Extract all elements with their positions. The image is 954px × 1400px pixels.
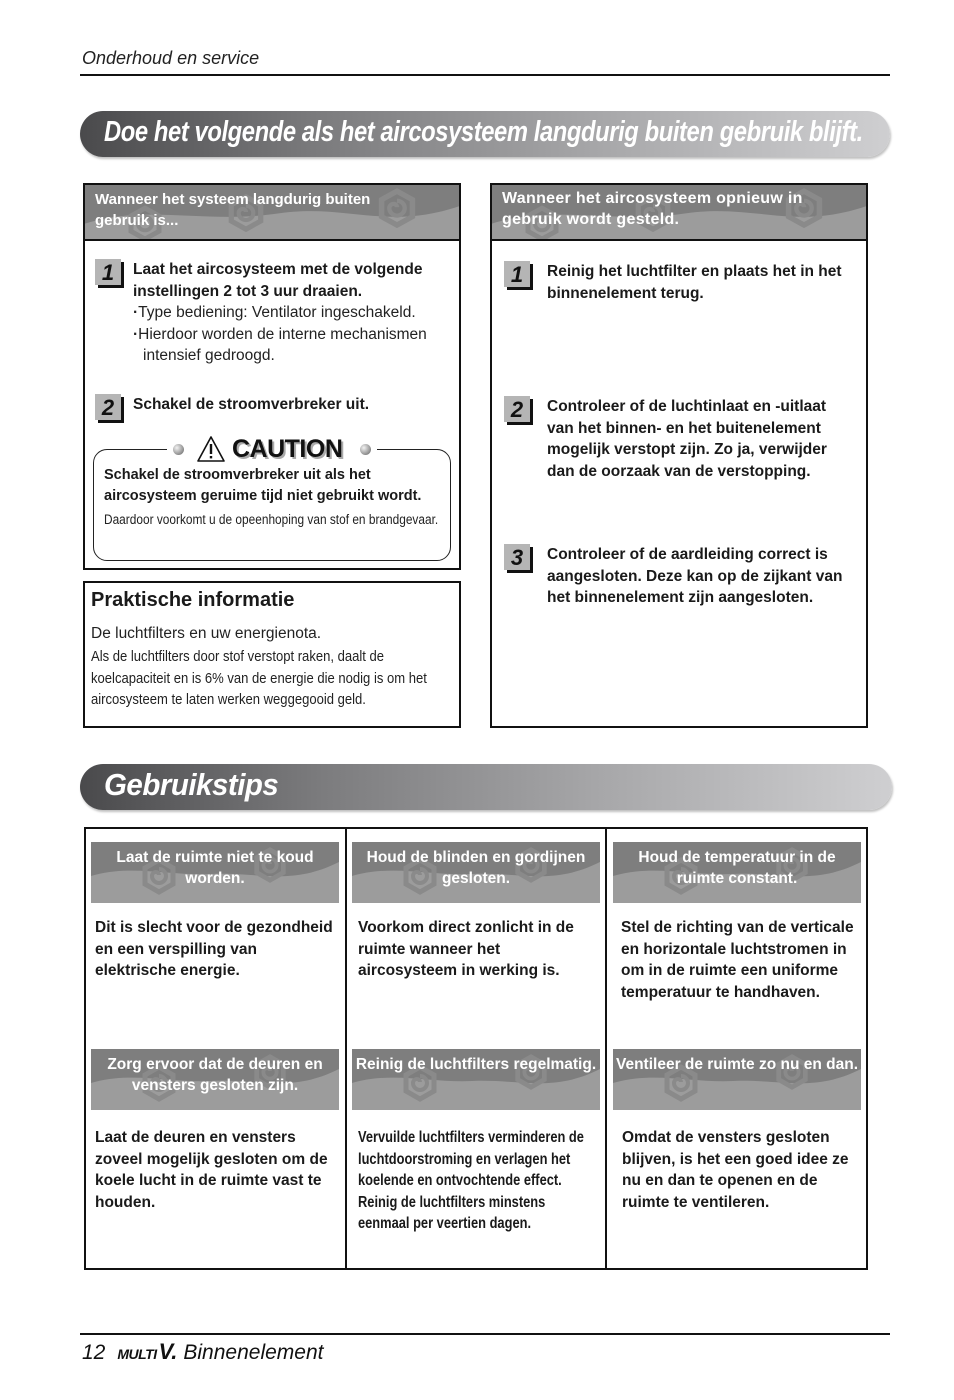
brand-logo-v: V. [158,1339,178,1364]
tip-card: Houd de temperatuur in de ruimte constan… [613,842,861,1001]
bullet-item: Type bediening: Ventilator ingeschakeld. [133,302,450,324]
step-number-badge: 1 [504,261,530,287]
step-title: Controleer of de luchtinlaat en -uitlaat… [547,398,827,480]
column-divider [605,829,607,1268]
tips-banner-title: Gebruikstips [104,767,279,802]
tip-header: Ventileer de ruimte zo nu en dan. [613,1049,861,1110]
caution-label: CAUTION [167,434,378,463]
tip-heading: Laat de ruimte niet te koud worden. [116,849,314,887]
step-3: 3 Controleer of de aardleiding correct i… [504,544,859,609]
page-footer: 12 MULTI V. Binnenelement [82,1339,323,1365]
step-1: 1 Laat het aircosysteem met de volgende … [95,259,450,367]
tip-heading: Houd de blinden en gordijnen gesloten. [366,849,586,887]
step-title: Laat het aircosysteem met de volgende in… [133,261,423,300]
step-number-badge: 2 [95,394,121,420]
panel-not-in-use-heading: Wanneer het systeem langdurig buiten geb… [95,191,371,229]
practical-info-title: Praktische informatie [91,589,295,611]
warning-triangle-icon [197,436,225,462]
step-number-badge: 2 [504,396,530,422]
step-number-badge: 1 [95,259,121,285]
step-2: 2 Schakel de stroomverbreker uit. [95,394,450,420]
caution-title: CAUTION [232,434,343,463]
step-bullets: Type bediening: Ventilator ingeschakeld.… [133,302,450,367]
tip-body: Dit is slecht voor de gezondheid en een … [95,919,333,979]
step-title: Reinig het luchtfilter en plaats het in … [547,263,842,302]
panel-not-in-use-header: Wanneer het systeem langdurig buiten geb… [85,185,459,241]
bullet-item: Hierdoor worden de interne mechanismen i… [133,324,450,367]
tip-body: Voorkom direct zonlicht in de ruimte wan… [358,919,574,979]
tip-header: Houd de temperatuur in de ruimte constan… [613,842,861,903]
caution-text: Schakel de stroomverbreker uit als het a… [104,467,422,504]
practical-info-box: Praktische informatie De luchtfilters en… [83,581,461,728]
panel-reuse-header: Wanneer het aircosysteem opnieuw in gebr… [492,185,866,241]
step-title: Controleer of de aardleiding correct is … [547,546,843,606]
panel-reuse-heading: Wanneer het aircosysteem opnieuw in gebr… [502,190,803,228]
step-title: Schakel de stroomverbreker uit. [133,396,370,413]
tip-header: Houd de blinden en gordijnen gesloten. [352,842,600,903]
caution-note: Daardoor voorkomt u de opeenhoping van s… [104,512,439,527]
long-term-banner: Doe het volgende als het aircosysteem la… [80,111,890,157]
bullet-dot-icon [173,443,184,455]
tip-header: Zorg ervoor dat de deuren en vensters ge… [91,1049,339,1110]
tip-body: Stel de richting van de verticale en hor… [621,919,854,1001]
tip-card: Houd de blinden en gordijnen gesloten. Vo… [352,842,600,979]
tip-heading: Houd de temperatuur in de ruimte constan… [638,849,836,887]
section-header: Onderhoud en service [82,48,260,68]
tip-heading: Zorg ervoor dat de deuren en vensters ge… [107,1056,323,1094]
tip-heading: Ventileer de ruimte zo nu en dan. [615,1056,859,1073]
tip-card: Laat de ruimte niet te koud worden. Dit i… [91,842,339,979]
tip-card: Reinig de luchtfilters regelmatig. Vervui… [352,1049,600,1232]
tip-body: Vervuilde luchtfilters verminderen de lu… [358,1129,584,1232]
column-divider [345,829,347,1268]
panel-not-in-use: Wanneer het systeem langdurig buiten geb… [83,183,461,570]
tip-body: Omdat de vensters gesloten blijven, is h… [622,1129,849,1211]
tip-body: Laat de deuren en vensters zoveel mogeli… [95,1129,328,1211]
tips-banner: Gebruikstips [80,764,892,810]
practical-info-body: Als de luchtfilters door stof verstopt r… [91,648,427,708]
practical-info-lead: De luchtfilters en uw energienota. [91,625,322,642]
bullet-dot-icon [360,443,372,455]
tip-card: Zorg ervoor dat de deuren en vensters ge… [91,1049,339,1211]
tip-card: Ventileer de ruimte zo nu en dan. Omdat d… [613,1049,861,1211]
step-1: 1 Reinig het luchtfilter en plaats het i… [504,261,859,304]
header-divider [80,74,890,76]
step-2: 2 Controleer of de luchtinlaat en -uitla… [504,396,859,482]
tip-header: Laat de ruimte niet te koud worden. [91,842,339,903]
brand-logo: MULTI [117,1346,157,1362]
page-number: 12 [82,1341,106,1364]
product-name: Binnenelement [183,1341,324,1364]
tip-header: Reinig de luchtfilters regelmatig. [352,1049,600,1110]
long-term-banner-title: Doe het volgende als het aircosysteem la… [104,116,863,148]
tip-heading: Reinig de luchtfilters regelmatig. [355,1056,597,1073]
footer-divider [80,1333,890,1335]
step-number-badge: 3 [504,544,530,570]
panel-reuse: Wanneer het aircosysteem opnieuw in gebr… [490,183,868,728]
caution-box: CAUTION Schakel de stroomverbreker uit a… [93,435,451,561]
